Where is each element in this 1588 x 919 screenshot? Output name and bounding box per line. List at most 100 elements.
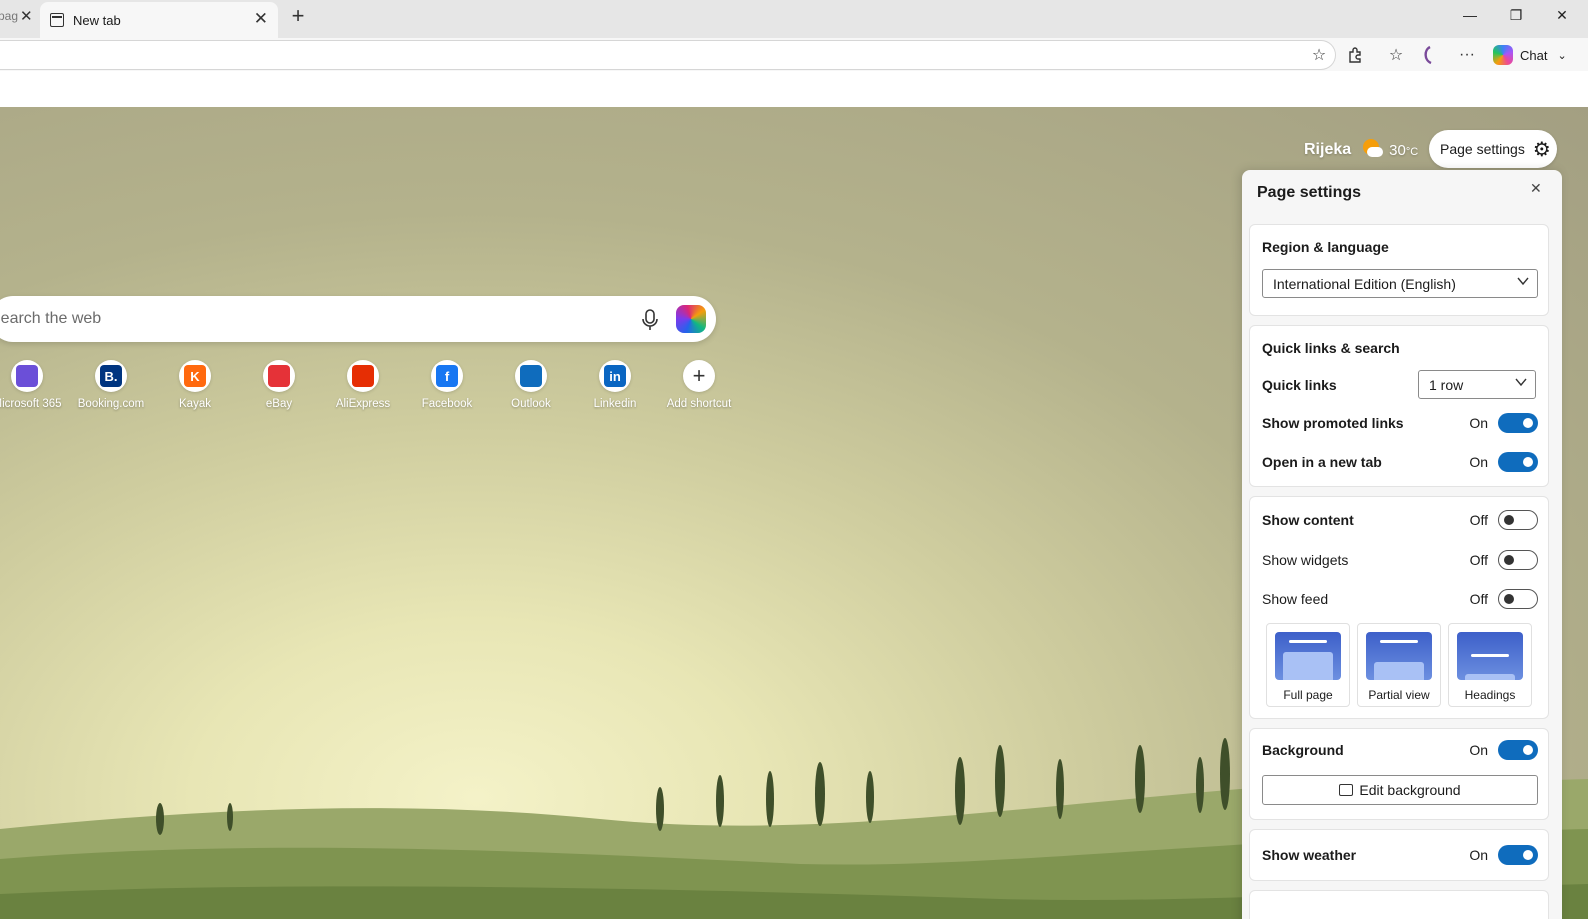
background-row: Background On bbox=[1262, 739, 1538, 761]
extensions-icon[interactable] bbox=[1345, 44, 1367, 66]
show-promoted-links-label: Show promoted links bbox=[1262, 415, 1404, 431]
more-options-icon[interactable]: ··· bbox=[1456, 44, 1478, 66]
page-settings-panel: Page settings ✕ Region & language Intern… bbox=[1242, 170, 1562, 919]
quick-links-search-card: Quick links & search Quick links 1 row S… bbox=[1249, 325, 1549, 487]
open-new-tab-toggle[interactable] bbox=[1498, 452, 1538, 472]
show-feed-row: Show feed Off bbox=[1262, 588, 1538, 610]
background-state: On bbox=[1469, 742, 1488, 758]
show-content-row: Show content Off bbox=[1262, 509, 1538, 531]
edit-background-button[interactable]: Edit background bbox=[1262, 775, 1538, 805]
show-promoted-links-row: Show promoted links On bbox=[1262, 412, 1538, 434]
show-weather-toggle[interactable] bbox=[1498, 845, 1538, 865]
quick-link-label: Add shortcut bbox=[666, 398, 732, 410]
image-icon bbox=[1339, 784, 1354, 796]
favorites-bar bbox=[0, 71, 1588, 107]
layout-headings[interactable]: Headings bbox=[1448, 623, 1532, 707]
feed-layout-options: Full page Partial view Headings bbox=[1266, 623, 1536, 709]
show-content-state: Off bbox=[1469, 512, 1488, 528]
open-new-tab-state: On bbox=[1469, 454, 1488, 470]
open-new-tab-row: Open in a new tab On bbox=[1262, 451, 1538, 473]
quick-link-tile[interactable]: f bbox=[431, 360, 463, 392]
profile-icon[interactable] bbox=[1418, 44, 1440, 66]
quick-link[interactable]: + Add shortcut bbox=[657, 360, 741, 410]
quick-links-search-heading: Quick links & search bbox=[1262, 340, 1400, 356]
region-language-select[interactable]: International Edition (English) bbox=[1262, 269, 1538, 298]
quick-link-tile[interactable] bbox=[11, 360, 43, 392]
outlook-icon bbox=[520, 365, 542, 387]
favorites-icon[interactable]: ☆ bbox=[1385, 44, 1407, 66]
page-settings-button[interactable]: Page settings ⚙ bbox=[1429, 130, 1557, 168]
layout-partial-view-label: Partial view bbox=[1368, 688, 1430, 702]
close-icon[interactable]: ✕ bbox=[20, 7, 33, 25]
quick-links-value: 1 row bbox=[1429, 376, 1464, 393]
weather-card: Show weather On bbox=[1249, 829, 1549, 881]
microsoft-365-icon bbox=[16, 365, 38, 387]
quick-link-tile[interactable]: + bbox=[683, 360, 715, 392]
restore-icon[interactable]: ❐ bbox=[1493, 0, 1539, 30]
quick-link[interactable]: in Linkedin bbox=[573, 360, 657, 410]
quick-link-tile[interactable] bbox=[347, 360, 379, 392]
weather-widget[interactable]: Rijeka 30°C bbox=[1304, 139, 1418, 161]
show-content-label: Show content bbox=[1262, 512, 1354, 528]
aliexpress-icon bbox=[352, 365, 374, 387]
quick-link[interactable]: B. Booking.com bbox=[69, 360, 153, 410]
quick-link-tile[interactable]: in bbox=[599, 360, 631, 392]
new-tab-page-icon bbox=[50, 13, 64, 27]
copilot-icon bbox=[1493, 45, 1513, 65]
tab-previous[interactable]: pag ✕ bbox=[0, 0, 40, 32]
content-card: Show content Off Show widgets Off Show f… bbox=[1249, 496, 1549, 719]
quick-link-label: Outlook bbox=[511, 398, 551, 410]
chevron-down-icon bbox=[1515, 378, 1527, 387]
panel-title: Page settings bbox=[1257, 184, 1362, 201]
quick-link[interactable]: Microsoft 365 bbox=[0, 360, 69, 410]
show-feed-toggle[interactable] bbox=[1498, 589, 1538, 609]
window-close-icon[interactable]: ✕ bbox=[1539, 0, 1585, 30]
tab-strip: pag ✕ New tab ✕ + — ❐ ✕ bbox=[0, 0, 1588, 38]
search-input[interactable] bbox=[0, 296, 610, 342]
open-new-tab-label: Open in a new tab bbox=[1262, 454, 1382, 470]
gear-icon: ⚙ bbox=[1532, 138, 1551, 161]
search-box[interactable] bbox=[0, 296, 716, 342]
quick-link[interactable]: Outlook bbox=[489, 360, 573, 410]
chat-label: Chat bbox=[1520, 47, 1548, 63]
close-icon[interactable]: ✕ bbox=[1530, 180, 1542, 197]
show-widgets-toggle[interactable] bbox=[1498, 550, 1538, 570]
microphone-icon[interactable] bbox=[640, 308, 660, 332]
show-content-toggle[interactable] bbox=[1498, 510, 1538, 530]
quick-link-tile[interactable] bbox=[263, 360, 295, 392]
quick-links-select[interactable]: 1 row bbox=[1418, 370, 1536, 399]
minimize-icon[interactable]: — bbox=[1447, 0, 1493, 30]
quick-link[interactable]: eBay bbox=[237, 360, 321, 410]
chevron-down-icon[interactable]: ⌄ bbox=[1557, 49, 1566, 62]
partly-sunny-icon bbox=[1361, 139, 1384, 161]
quick-link-tile[interactable]: B. bbox=[95, 360, 127, 392]
close-tab-icon[interactable]: ✕ bbox=[254, 9, 268, 29]
quick-link-tile[interactable]: K bbox=[179, 360, 211, 392]
layout-full-page[interactable]: Full page bbox=[1266, 623, 1350, 707]
quick-link[interactable]: K Kayak bbox=[153, 360, 237, 410]
show-promoted-links-toggle[interactable] bbox=[1498, 413, 1538, 433]
new-tab-page: Rijeka 30°C Page settings ⚙ Microsoft 36… bbox=[0, 107, 1588, 919]
favorite-star-icon[interactable]: ☆ bbox=[1308, 44, 1330, 66]
copilot-chat-button[interactable]: Chat ⌄ bbox=[1493, 43, 1567, 67]
ebay-icon bbox=[268, 365, 290, 387]
address-bar[interactable] bbox=[0, 40, 1336, 70]
plus-icon: + bbox=[692, 363, 706, 388]
facebook-icon: f bbox=[436, 365, 458, 387]
new-tab-button[interactable]: + bbox=[285, 4, 311, 30]
copilot-search-icon[interactable] bbox=[676, 305, 706, 333]
quick-link[interactable]: AliExpress bbox=[321, 360, 405, 410]
tab-new-tab[interactable]: New tab ✕ bbox=[40, 2, 278, 38]
quick-link-label: Kayak bbox=[179, 398, 211, 410]
browser-toolbar: ☆ ☆ ··· Chat ⌄ bbox=[0, 38, 1588, 71]
background-toggle[interactable] bbox=[1498, 740, 1538, 760]
layout-partial-view[interactable]: Partial view bbox=[1357, 623, 1441, 707]
quick-links: Microsoft 365 B. Booking.com K Kayak eBay AliE… bbox=[0, 360, 760, 420]
quick-link-label: eBay bbox=[265, 398, 293, 410]
chevron-down-icon bbox=[1517, 277, 1529, 286]
quick-link[interactable]: f Facebook bbox=[405, 360, 489, 410]
background-card: Background On Edit background bbox=[1249, 728, 1549, 820]
region-heading: Region & language bbox=[1262, 239, 1389, 255]
quick-link-tile[interactable] bbox=[515, 360, 547, 392]
edit-background-label: Edit background bbox=[1359, 782, 1461, 798]
